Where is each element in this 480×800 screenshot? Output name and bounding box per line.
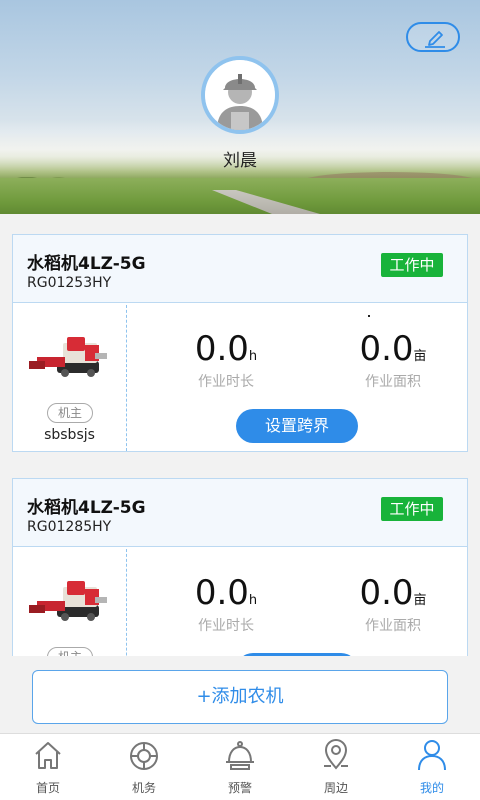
tab-alerts[interactable]: 预警 — [192, 734, 288, 800]
machine-code: RG01253HY — [27, 275, 112, 291]
map-pin-icon — [324, 738, 348, 770]
lifebuoy-icon — [130, 742, 158, 770]
machine-card[interactable]: 水稻机4LZ-5G RG01253HY 工作中 机主 sbsbsjs 0.0h … — [12, 234, 468, 452]
machine-name: 水稻机4LZ-5G — [27, 254, 146, 274]
card-body: 机主 0.0h 作业时长 0.0亩 作业面积 — [13, 547, 467, 656]
harvester-icon — [29, 337, 107, 377]
harvester-image — [27, 575, 111, 631]
work-area-value: 0.0 — [359, 573, 414, 613]
set-cross-border-button[interactable]: 设置跨界 — [236, 409, 358, 443]
work-hours-label: 作业时长 — [198, 618, 254, 634]
tab-label: 首页 — [35, 781, 60, 795]
work-area-label: 作业面积 — [365, 374, 421, 390]
work-hours: 0.0h 作业时长 — [161, 329, 291, 391]
card-header: 水稻机4LZ-5G RG01253HY 工作中 — [13, 235, 467, 303]
set-cross-border-button[interactable] — [236, 653, 358, 656]
tab-service[interactable]: 机务 — [96, 734, 192, 800]
machine-card[interactable]: 水稻机4LZ-5G RG01285HY 工作中 机主 — [12, 478, 468, 656]
edit-profile-button[interactable] — [406, 22, 460, 52]
avatar[interactable] — [201, 56, 279, 134]
status-badge: 工作中 — [381, 497, 443, 521]
pencil-icon — [425, 31, 445, 48]
work-area-label: 作业面积 — [365, 618, 421, 634]
machine-code: RG01285HY — [27, 519, 112, 535]
card-divider — [126, 549, 127, 656]
alarm-bell-icon — [226, 741, 254, 770]
work-hours-unit: h — [248, 593, 258, 608]
tab-nearby[interactable]: 周边 — [288, 734, 384, 800]
tab-label: 我的 — [419, 781, 444, 795]
work-area: 0.0亩 作业面积 — [328, 573, 458, 635]
harvester-image — [27, 331, 111, 387]
owner-tag: 机主 — [47, 647, 93, 656]
work-area-unit: 亩 — [413, 593, 427, 608]
tab-label: 预警 — [227, 781, 252, 795]
tab-label: 周边 — [323, 781, 348, 795]
user-icon — [418, 740, 446, 771]
status-badge: 工作中 — [381, 253, 443, 277]
username: 刘晨 — [223, 151, 257, 171]
owner-tag: 机主 — [47, 403, 93, 423]
card-divider — [126, 305, 127, 451]
stray-dot — [368, 315, 370, 317]
add-machine-button[interactable]: +添加农机 — [32, 670, 448, 724]
work-hours-value: 0.0 — [194, 329, 249, 369]
harvester-icon — [29, 581, 107, 621]
profile-header: 刘晨 — [0, 0, 480, 214]
card-header: 水稻机4LZ-5G RG01285HY 工作中 — [13, 479, 467, 547]
work-hours-label: 作业时长 — [198, 374, 254, 390]
owner-name: sbsbsjs — [44, 427, 95, 443]
card-body: 机主 sbsbsjs 0.0h 作业时长 0.0亩 作业面积 设置跨界 — [13, 303, 467, 451]
work-hours-unit: h — [248, 349, 258, 364]
work-hours-value: 0.0 — [194, 573, 249, 613]
tab-home[interactable]: 首页 — [0, 734, 96, 800]
machine-list[interactable]: 水稻机4LZ-5G RG01253HY 工作中 机主 sbsbsjs 0.0h … — [0, 214, 480, 656]
bottom-tab-bar: 首页 机务 预警 周边 我的 — [0, 733, 480, 800]
work-area-value: 0.0 — [359, 329, 414, 369]
machine-name: 水稻机4LZ-5G — [27, 498, 146, 518]
home-icon — [35, 742, 61, 769]
tab-label: 机务 — [131, 781, 156, 795]
work-area: 0.0亩 作业面积 — [328, 329, 458, 391]
work-hours: 0.0h 作业时长 — [161, 573, 291, 635]
tab-mine[interactable]: 我的 — [384, 734, 480, 800]
worker-avatar-icon — [205, 60, 275, 130]
work-area-unit: 亩 — [413, 349, 427, 364]
